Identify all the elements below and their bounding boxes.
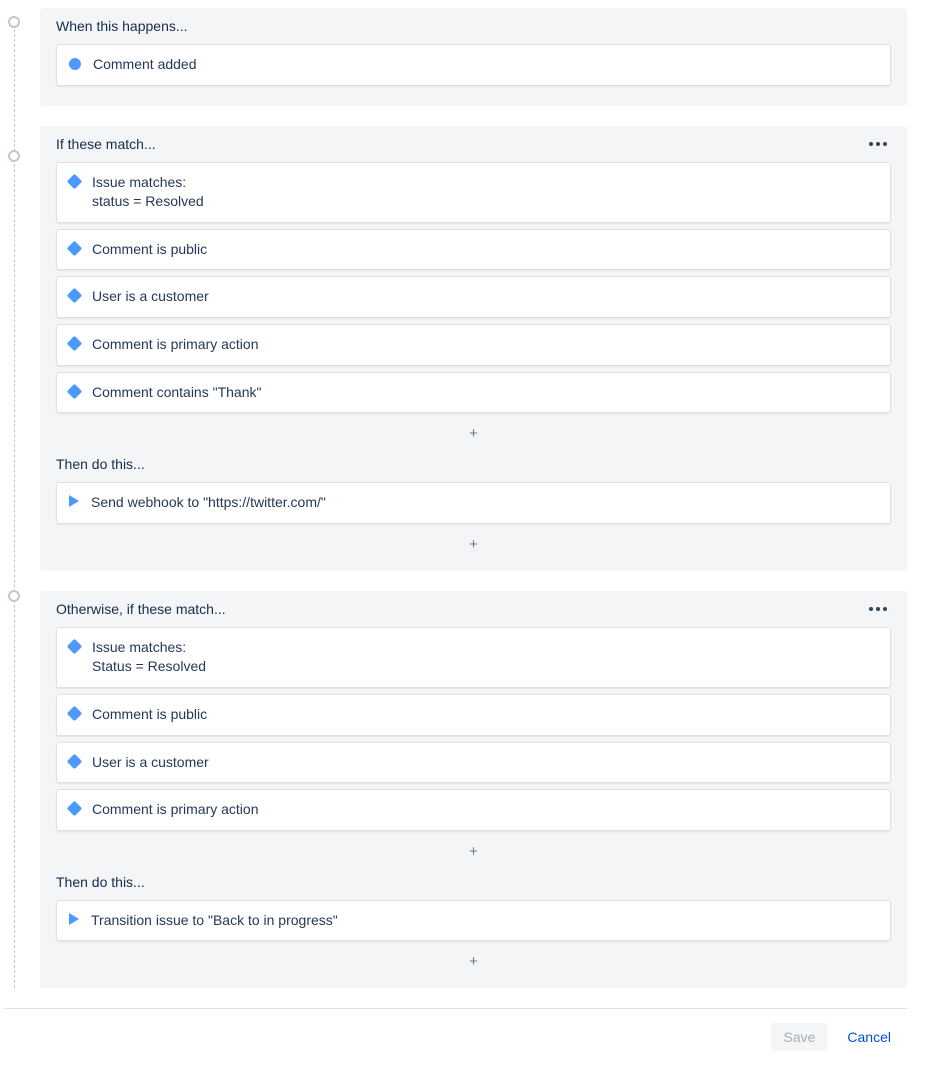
more-icon[interactable] <box>865 138 891 150</box>
condition-text: Comment is primary action <box>92 335 259 355</box>
branch1-title: If these match... <box>56 136 156 152</box>
branch1-then-title: Then do this... <box>40 446 907 482</box>
action-text: Transition issue to "Back to in progress… <box>91 911 338 931</box>
diamond-icon <box>67 706 83 722</box>
save-button[interactable]: Save <box>771 1023 827 1051</box>
action-card[interactable]: Send webhook to "https://twitter.com/" <box>56 482 891 524</box>
condition-text: Issue matches:Status = Resolved <box>92 638 206 677</box>
circle-icon <box>69 58 81 70</box>
diamond-icon <box>67 753 83 769</box>
diamond-icon <box>67 173 83 189</box>
diamond-icon <box>67 336 83 352</box>
add-condition-button[interactable]: + <box>40 419 907 442</box>
trigger-text: Comment added <box>93 55 197 75</box>
add-action-button[interactable]: + <box>40 530 907 553</box>
diamond-icon <box>67 638 83 654</box>
condition-text: Comment contains "Thank" <box>92 383 261 403</box>
timeline-line <box>14 24 15 988</box>
condition-card[interactable]: Comment is public <box>56 694 891 736</box>
trigger-section: When this happens... Comment added <box>40 8 907 106</box>
action-card[interactable]: Transition issue to "Back to in progress… <box>56 900 891 942</box>
more-icon[interactable] <box>865 603 891 615</box>
condition-text: Comment is public <box>92 705 207 725</box>
trigger-card[interactable]: Comment added <box>56 44 891 86</box>
condition-text: User is a customer <box>92 287 209 307</box>
condition-text: Comment is primary action <box>92 800 259 820</box>
diamond-icon <box>67 383 83 399</box>
condition-card[interactable]: Comment is primary action <box>56 324 891 366</box>
play-icon <box>69 913 79 925</box>
condition-card[interactable]: User is a customer <box>56 276 891 318</box>
trigger-title: When this happens... <box>56 18 188 34</box>
footer: Save Cancel <box>4 1008 907 1051</box>
diamond-icon <box>67 801 83 817</box>
condition-card[interactable]: Issue matches:Status = Resolved <box>56 627 891 688</box>
branch2-then-title: Then do this... <box>40 864 907 900</box>
play-icon <box>69 495 79 507</box>
add-condition-button[interactable]: + <box>40 837 907 860</box>
cancel-button[interactable]: Cancel <box>835 1023 903 1051</box>
timeline-marker-branch1 <box>8 150 20 162</box>
branch2-section: Otherwise, if these match... Issue match… <box>40 591 907 989</box>
timeline-marker-branch2 <box>8 590 20 602</box>
condition-card[interactable]: Issue matches:status = Resolved <box>56 162 891 223</box>
condition-card[interactable]: Comment is public <box>56 229 891 271</box>
condition-text: Comment is public <box>92 240 207 260</box>
timeline-marker-trigger <box>8 16 20 28</box>
action-text: Send webhook to "https://twitter.com/" <box>91 493 326 513</box>
add-action-button[interactable]: + <box>40 947 907 970</box>
condition-card[interactable]: Comment contains "Thank" <box>56 372 891 414</box>
condition-card[interactable]: User is a customer <box>56 742 891 784</box>
diamond-icon <box>67 241 83 257</box>
condition-text: Issue matches:status = Resolved <box>92 173 204 212</box>
condition-card[interactable]: Comment is primary action <box>56 789 891 831</box>
condition-text: User is a customer <box>92 753 209 773</box>
diamond-icon <box>67 288 83 304</box>
branch2-title: Otherwise, if these match... <box>56 601 226 617</box>
branch1-section: If these match... Issue matches:status =… <box>40 126 907 571</box>
